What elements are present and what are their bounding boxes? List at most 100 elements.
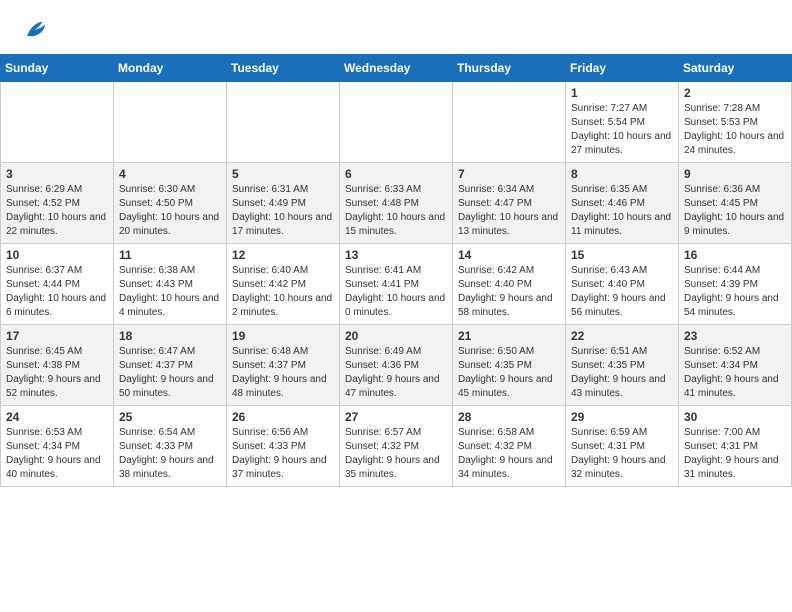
day-number: 15 (571, 248, 673, 262)
day-info: Sunrise: 6:40 AM Sunset: 4:42 PM Dayligh… (232, 264, 334, 320)
calendar-cell: 21 Sunrise: 6:50 AM Sunset: 4:35 PM Dayli… (453, 325, 566, 406)
calendar-cell: 14 Sunrise: 6:42 AM Sunset: 4:40 PM Dayli… (453, 244, 566, 325)
day-info: Sunrise: 6:58 AM Sunset: 4:32 PM Dayligh… (458, 426, 560, 482)
day-info: Sunrise: 6:49 AM Sunset: 4:36 PM Dayligh… (345, 345, 447, 401)
calendar-cell: 3 Sunrise: 6:29 AM Sunset: 4:52 PM Daylig… (1, 163, 114, 244)
calendar-cell: 12 Sunrise: 6:40 AM Sunset: 4:42 PM Dayli… (227, 244, 340, 325)
calendar-cell: 6 Sunrise: 6:33 AM Sunset: 4:48 PM Daylig… (340, 163, 453, 244)
day-number: 30 (684, 410, 786, 424)
calendar-cell: 22 Sunrise: 6:51 AM Sunset: 4:35 PM Dayli… (566, 325, 679, 406)
calendar-cell: 1 Sunrise: 7:27 AM Sunset: 5:54 PM Daylig… (566, 82, 679, 163)
calendar-cell: 18Sunrise: 6:47 AM Sunset: 4:37 PM Dayli… (114, 325, 227, 406)
day-info: Sunrise: 6:48 AM Sunset: 4:37 PM Dayligh… (232, 345, 334, 401)
day-info: Sunrise: 6:33 AM Sunset: 4:48 PM Dayligh… (345, 183, 447, 239)
day-number: 1 (571, 86, 673, 100)
day-of-week-saturday: Saturday (679, 55, 792, 82)
day-info: Sunrise: 6:59 AM Sunset: 4:31 PM Dayligh… (571, 426, 673, 482)
day-number: 10 (6, 248, 108, 262)
day-of-week-sunday: Sunday (1, 55, 114, 82)
calendar: SundayMondayTuesdayWednesdayThursdayFrid… (0, 54, 792, 487)
day-info: Sunrise: 7:00 AM Sunset: 4:31 PM Dayligh… (684, 426, 786, 482)
day-info: Sunrise: 6:53 AM Sunset: 4:34 PM Dayligh… (6, 426, 108, 482)
day-number: 13 (345, 248, 447, 262)
header (0, 0, 792, 48)
day-of-week-wednesday: Wednesday (340, 55, 453, 82)
day-number: 14 (458, 248, 560, 262)
day-number: 4 (119, 167, 221, 181)
day-of-week-thursday: Thursday (453, 55, 566, 82)
calendar-week-row: 3 Sunrise: 6:29 AM Sunset: 4:52 PM Daylig… (1, 163, 792, 244)
day-info: Sunrise: 6:50 AM Sunset: 4:35 PM Dayligh… (458, 345, 560, 401)
day-number: 19 (232, 329, 334, 343)
calendar-cell: 30 Sunrise: 7:00 AM Sunset: 4:31 PM Dayli… (679, 406, 792, 487)
day-info: Sunrise: 6:47 AM Sunset: 4:37 PM Dayligh… (119, 345, 221, 401)
calendar-week-row: 24 Sunrise: 6:53 AM Sunset: 4:34 PM Dayli… (1, 406, 792, 487)
calendar-cell: 17Sunrise: 6:45 AM Sunset: 4:38 PM Dayli… (1, 325, 114, 406)
day-info: Sunrise: 6:54 AM Sunset: 4:33 PM Dayligh… (119, 426, 221, 482)
calendar-cell: 15Sunrise: 6:43 AM Sunset: 4:40 PM Dayli… (566, 244, 679, 325)
calendar-week-row: 10 Sunrise: 6:37 AM Sunset: 4:44 PM Dayli… (1, 244, 792, 325)
calendar-cell (114, 82, 227, 163)
day-info: Sunrise: 6:42 AM Sunset: 4:40 PM Dayligh… (458, 264, 560, 320)
logo (20, 16, 52, 44)
day-number: 25 (119, 410, 221, 424)
calendar-cell (1, 82, 114, 163)
day-info: Sunrise: 6:41 AM Sunset: 4:41 PM Dayligh… (345, 264, 447, 320)
calendar-cell (340, 82, 453, 163)
logo-bird-icon (20, 16, 48, 44)
day-info: Sunrise: 6:30 AM Sunset: 4:50 PM Dayligh… (119, 183, 221, 239)
day-number: 27 (345, 410, 447, 424)
calendar-cell: 19 Sunrise: 6:48 AM Sunset: 4:37 PM Dayli… (227, 325, 340, 406)
calendar-cell: 28 Sunrise: 6:58 AM Sunset: 4:32 PM Dayli… (453, 406, 566, 487)
day-number: 12 (232, 248, 334, 262)
day-info: Sunrise: 6:56 AM Sunset: 4:33 PM Dayligh… (232, 426, 334, 482)
day-number: 9 (684, 167, 786, 181)
day-info: Sunrise: 6:37 AM Sunset: 4:44 PM Dayligh… (6, 264, 108, 320)
calendar-week-row: 17Sunrise: 6:45 AM Sunset: 4:38 PM Dayli… (1, 325, 792, 406)
day-number: 6 (345, 167, 447, 181)
calendar-cell: 9Sunrise: 6:36 AM Sunset: 4:45 PM Daylig… (679, 163, 792, 244)
day-info: Sunrise: 6:57 AM Sunset: 4:32 PM Dayligh… (345, 426, 447, 482)
day-info: Sunrise: 6:35 AM Sunset: 4:46 PM Dayligh… (571, 183, 673, 239)
day-number: 23 (684, 329, 786, 343)
calendar-cell: 11Sunrise: 6:38 AM Sunset: 4:43 PM Dayli… (114, 244, 227, 325)
day-number: 5 (232, 167, 334, 181)
day-number: 21 (458, 329, 560, 343)
calendar-cell: 16 Sunrise: 6:44 AM Sunset: 4:39 PM Dayli… (679, 244, 792, 325)
day-info: Sunrise: 6:45 AM Sunset: 4:38 PM Dayligh… (6, 345, 108, 401)
calendar-cell (453, 82, 566, 163)
day-number: 26 (232, 410, 334, 424)
day-number: 29 (571, 410, 673, 424)
day-info: Sunrise: 6:29 AM Sunset: 4:52 PM Dayligh… (6, 183, 108, 239)
day-of-week-friday: Friday (566, 55, 679, 82)
calendar-week-row: 1 Sunrise: 7:27 AM Sunset: 5:54 PM Daylig… (1, 82, 792, 163)
day-number: 7 (458, 167, 560, 181)
calendar-cell: 8 Sunrise: 6:35 AM Sunset: 4:46 PM Daylig… (566, 163, 679, 244)
day-number: 8 (571, 167, 673, 181)
day-number: 16 (684, 248, 786, 262)
calendar-cell: 26 Sunrise: 6:56 AM Sunset: 4:33 PM Dayli… (227, 406, 340, 487)
day-number: 11 (119, 248, 221, 262)
day-info: Sunrise: 7:27 AM Sunset: 5:54 PM Dayligh… (571, 102, 673, 158)
calendar-cell: 23 Sunrise: 6:52 AM Sunset: 4:34 PM Dayli… (679, 325, 792, 406)
day-number: 22 (571, 329, 673, 343)
day-number: 2 (684, 86, 786, 100)
calendar-cell: 5 Sunrise: 6:31 AM Sunset: 4:49 PM Daylig… (227, 163, 340, 244)
day-number: 28 (458, 410, 560, 424)
day-of-week-tuesday: Tuesday (227, 55, 340, 82)
calendar-cell: 24 Sunrise: 6:53 AM Sunset: 4:34 PM Dayli… (1, 406, 114, 487)
day-info: Sunrise: 6:44 AM Sunset: 4:39 PM Dayligh… (684, 264, 786, 320)
day-info: Sunrise: 6:31 AM Sunset: 4:49 PM Dayligh… (232, 183, 334, 239)
day-number: 3 (6, 167, 108, 181)
day-number: 24 (6, 410, 108, 424)
calendar-cell: 27 Sunrise: 6:57 AM Sunset: 4:32 PM Dayli… (340, 406, 453, 487)
calendar-cell: 2Sunrise: 7:28 AM Sunset: 5:53 PM Daylig… (679, 82, 792, 163)
day-info: Sunrise: 6:51 AM Sunset: 4:35 PM Dayligh… (571, 345, 673, 401)
calendar-header-row: SundayMondayTuesdayWednesdayThursdayFrid… (1, 55, 792, 82)
day-number: 20 (345, 329, 447, 343)
calendar-cell: 29 Sunrise: 6:59 AM Sunset: 4:31 PM Dayli… (566, 406, 679, 487)
calendar-cell: 10 Sunrise: 6:37 AM Sunset: 4:44 PM Dayli… (1, 244, 114, 325)
day-info: Sunrise: 6:34 AM Sunset: 4:47 PM Dayligh… (458, 183, 560, 239)
calendar-cell: 25 Sunrise: 6:54 AM Sunset: 4:33 PM Dayli… (114, 406, 227, 487)
day-info: Sunrise: 6:52 AM Sunset: 4:34 PM Dayligh… (684, 345, 786, 401)
